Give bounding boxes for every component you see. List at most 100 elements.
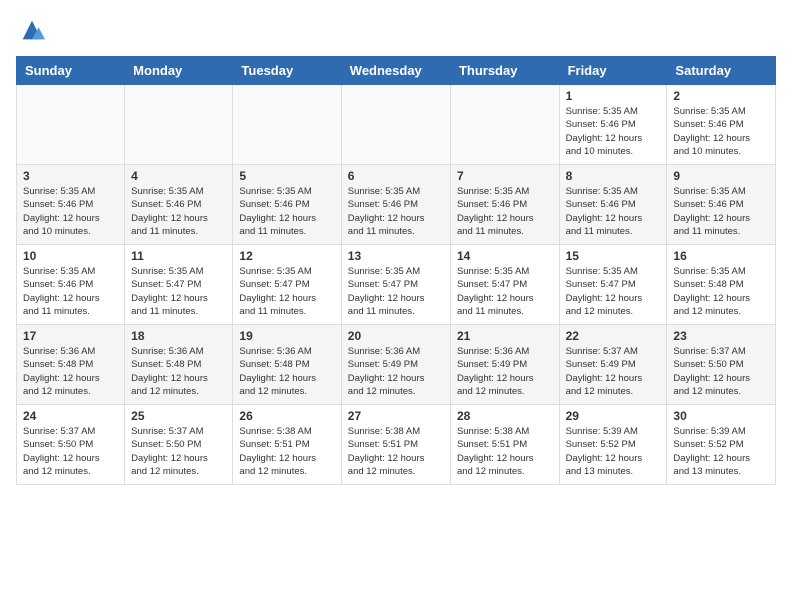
day-info: Sunrise: 5:36 AMSunset: 5:48 PMDaylight:… <box>131 345 226 398</box>
calendar-day-empty <box>17 85 125 165</box>
weekday-header-sunday: Sunday <box>17 57 125 85</box>
day-info: Sunrise: 5:38 AMSunset: 5:51 PMDaylight:… <box>457 425 553 478</box>
calendar-day-5: 5 Sunrise: 5:35 AMSunset: 5:46 PMDaylight… <box>233 165 341 245</box>
calendar-day-4: 4 Sunrise: 5:35 AMSunset: 5:46 PMDaylight… <box>125 165 233 245</box>
weekday-header-monday: Monday <box>125 57 233 85</box>
day-info: Sunrise: 5:35 AMSunset: 5:47 PMDaylight:… <box>566 265 661 318</box>
day-info: Sunrise: 5:35 AMSunset: 5:46 PMDaylight:… <box>566 105 661 158</box>
day-info: Sunrise: 5:35 AMSunset: 5:48 PMDaylight:… <box>673 265 769 318</box>
day-info: Sunrise: 5:35 AMSunset: 5:46 PMDaylight:… <box>239 185 334 238</box>
day-info: Sunrise: 5:39 AMSunset: 5:52 PMDaylight:… <box>566 425 661 478</box>
day-info: Sunrise: 5:36 AMSunset: 5:49 PMDaylight:… <box>348 345 444 398</box>
day-info: Sunrise: 5:36 AMSunset: 5:48 PMDaylight:… <box>239 345 334 398</box>
weekday-header-wednesday: Wednesday <box>341 57 450 85</box>
calendar-day-27: 27 Sunrise: 5:38 AMSunset: 5:51 PMDayligh… <box>341 405 450 485</box>
day-number: 8 <box>566 169 661 183</box>
calendar-day-21: 21 Sunrise: 5:36 AMSunset: 5:49 PMDayligh… <box>450 325 559 405</box>
calendar-day-9: 9 Sunrise: 5:35 AMSunset: 5:46 PMDaylight… <box>667 165 776 245</box>
day-info: Sunrise: 5:35 AMSunset: 5:47 PMDaylight:… <box>131 265 226 318</box>
day-number: 11 <box>131 249 226 263</box>
day-number: 5 <box>239 169 334 183</box>
day-number: 20 <box>348 329 444 343</box>
calendar-day-14: 14 Sunrise: 5:35 AMSunset: 5:47 PMDayligh… <box>450 245 559 325</box>
day-number: 9 <box>673 169 769 183</box>
weekday-header-saturday: Saturday <box>667 57 776 85</box>
calendar-table: SundayMondayTuesdayWednesdayThursdayFrid… <box>16 56 776 485</box>
day-number: 13 <box>348 249 444 263</box>
day-number: 30 <box>673 409 769 423</box>
day-info: Sunrise: 5:35 AMSunset: 5:46 PMDaylight:… <box>457 185 553 238</box>
calendar-week-row: 17 Sunrise: 5:36 AMSunset: 5:48 PMDayligh… <box>17 325 776 405</box>
calendar-day-29: 29 Sunrise: 5:39 AMSunset: 5:52 PMDayligh… <box>559 405 667 485</box>
day-info: Sunrise: 5:37 AMSunset: 5:50 PMDaylight:… <box>23 425 118 478</box>
day-info: Sunrise: 5:36 AMSunset: 5:49 PMDaylight:… <box>457 345 553 398</box>
calendar-week-row: 24 Sunrise: 5:37 AMSunset: 5:50 PMDayligh… <box>17 405 776 485</box>
day-number: 3 <box>23 169 118 183</box>
calendar-day-8: 8 Sunrise: 5:35 AMSunset: 5:46 PMDaylight… <box>559 165 667 245</box>
logo-icon <box>18 16 46 44</box>
weekday-header-thursday: Thursday <box>450 57 559 85</box>
calendar-day-30: 30 Sunrise: 5:39 AMSunset: 5:52 PMDayligh… <box>667 405 776 485</box>
calendar-day-26: 26 Sunrise: 5:38 AMSunset: 5:51 PMDayligh… <box>233 405 341 485</box>
day-number: 19 <box>239 329 334 343</box>
calendar-day-20: 20 Sunrise: 5:36 AMSunset: 5:49 PMDayligh… <box>341 325 450 405</box>
day-info: Sunrise: 5:35 AMSunset: 5:46 PMDaylight:… <box>131 185 226 238</box>
day-number: 17 <box>23 329 118 343</box>
calendar-day-empty <box>125 85 233 165</box>
day-number: 10 <box>23 249 118 263</box>
day-info: Sunrise: 5:37 AMSunset: 5:50 PMDaylight:… <box>131 425 226 478</box>
day-number: 7 <box>457 169 553 183</box>
day-number: 29 <box>566 409 661 423</box>
calendar-day-2: 2 Sunrise: 5:35 AMSunset: 5:46 PMDaylight… <box>667 85 776 165</box>
calendar-day-10: 10 Sunrise: 5:35 AMSunset: 5:46 PMDayligh… <box>17 245 125 325</box>
day-number: 18 <box>131 329 226 343</box>
calendar-day-13: 13 Sunrise: 5:35 AMSunset: 5:47 PMDayligh… <box>341 245 450 325</box>
weekday-header-friday: Friday <box>559 57 667 85</box>
calendar-day-17: 17 Sunrise: 5:36 AMSunset: 5:48 PMDayligh… <box>17 325 125 405</box>
day-info: Sunrise: 5:36 AMSunset: 5:48 PMDaylight:… <box>23 345 118 398</box>
day-number: 23 <box>673 329 769 343</box>
day-info: Sunrise: 5:35 AMSunset: 5:46 PMDaylight:… <box>673 105 769 158</box>
calendar-week-row: 1Sunrise: 5:35 AMSunset: 5:46 PMDaylight… <box>17 85 776 165</box>
day-number: 21 <box>457 329 553 343</box>
logo <box>16 16 46 44</box>
day-number: 16 <box>673 249 769 263</box>
day-number: 28 <box>457 409 553 423</box>
calendar-day-3: 3Sunrise: 5:35 AMSunset: 5:46 PMDaylight… <box>17 165 125 245</box>
calendar-day-28: 28 Sunrise: 5:38 AMSunset: 5:51 PMDayligh… <box>450 405 559 485</box>
day-number: 24 <box>23 409 118 423</box>
day-info: Sunrise: 5:38 AMSunset: 5:51 PMDaylight:… <box>239 425 334 478</box>
calendar-day-empty <box>341 85 450 165</box>
calendar-day-empty <box>450 85 559 165</box>
calendar-day-18: 18 Sunrise: 5:36 AMSunset: 5:48 PMDayligh… <box>125 325 233 405</box>
day-info: Sunrise: 5:38 AMSunset: 5:51 PMDaylight:… <box>348 425 444 478</box>
day-info: Sunrise: 5:35 AMSunset: 5:47 PMDaylight:… <box>457 265 553 318</box>
calendar-day-22: 22Sunrise: 5:37 AMSunset: 5:49 PMDayligh… <box>559 325 667 405</box>
day-number: 26 <box>239 409 334 423</box>
day-number: 25 <box>131 409 226 423</box>
calendar-day-7: 7 Sunrise: 5:35 AMSunset: 5:46 PMDaylight… <box>450 165 559 245</box>
calendar-week-row: 3 Sunrise: 5:35 AMSunset: 5:46 PMDaylight… <box>17 165 776 245</box>
day-info: Sunrise: 5:35 AMSunset: 5:46 PMDaylight:… <box>673 185 769 238</box>
day-number: 4 <box>131 169 226 183</box>
day-info: Sunrise: 5:35 AMSunset: 5:47 PMDaylight:… <box>348 265 444 318</box>
day-info: Sunrise: 5:35 AMSunset: 5:47 PMDaylight:… <box>239 265 334 318</box>
day-number: 14 <box>457 249 553 263</box>
calendar-day-15: 15 Sunrise: 5:35 AMSunset: 5:47 PMDayligh… <box>559 245 667 325</box>
day-number: 27 <box>348 409 444 423</box>
day-number: 22 <box>566 329 661 343</box>
day-info: Sunrise: 5:35 AMSunset: 5:46 PMDaylight:… <box>23 265 118 318</box>
calendar-day-24: 24 Sunrise: 5:37 AMSunset: 5:50 PMDayligh… <box>17 405 125 485</box>
day-number: 2 <box>673 89 769 103</box>
calendar-day-16: 16 Sunrise: 5:35 AMSunset: 5:48 PMDayligh… <box>667 245 776 325</box>
page-header <box>16 16 776 44</box>
day-number: 6 <box>348 169 444 183</box>
day-info: Sunrise: 5:35 AMSunset: 5:46 PMDaylight:… <box>566 185 661 238</box>
calendar-day-11: 11 Sunrise: 5:35 AMSunset: 5:47 PMDayligh… <box>125 245 233 325</box>
day-number: 15 <box>566 249 661 263</box>
day-number: 12 <box>239 249 334 263</box>
calendar-day-empty <box>233 85 341 165</box>
calendar-week-row: 10 Sunrise: 5:35 AMSunset: 5:46 PMDayligh… <box>17 245 776 325</box>
day-info: Sunrise: 5:39 AMSunset: 5:52 PMDaylight:… <box>673 425 769 478</box>
calendar-day-19: 19 Sunrise: 5:36 AMSunset: 5:48 PMDayligh… <box>233 325 341 405</box>
